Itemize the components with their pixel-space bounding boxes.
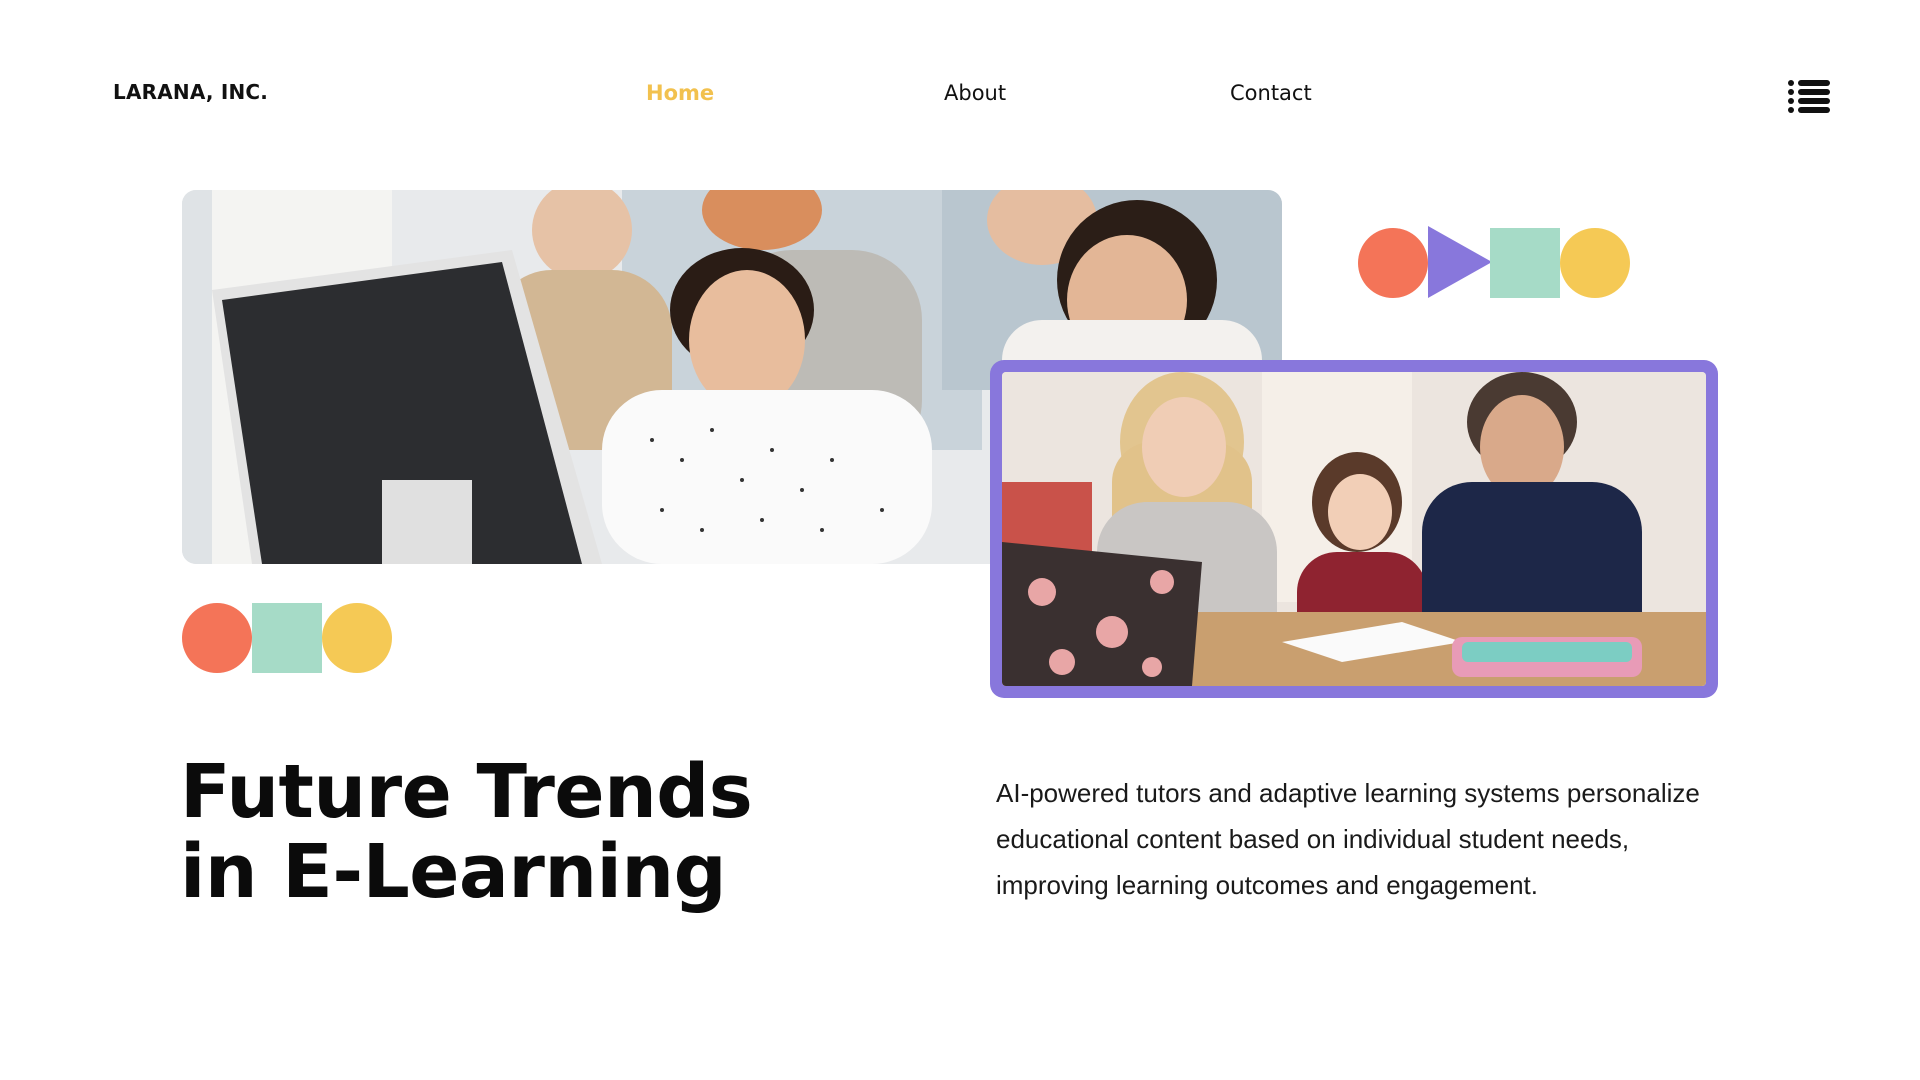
coral-circle-shape-left xyxy=(182,603,252,673)
coral-circle-shape xyxy=(1358,228,1428,298)
hero-description: AI-powered tutors and adaptive learning … xyxy=(996,778,1700,900)
brand-logo[interactable]: LARANA, INC. xyxy=(113,80,268,104)
title-line-2: in E-Learning xyxy=(180,829,727,915)
family-learning-photo xyxy=(1002,372,1706,686)
yellow-circle-shape xyxy=(1560,228,1630,298)
yellow-circle-shape-left xyxy=(322,603,392,673)
page-title: Future Trends in E-Learning xyxy=(180,752,880,912)
nav-contact-link[interactable]: Contact xyxy=(1230,81,1312,105)
title-line-1: Future Trends xyxy=(180,749,753,835)
mint-square-shape xyxy=(1490,228,1560,298)
nav-about-link[interactable]: About xyxy=(944,81,1006,105)
list-icon xyxy=(1788,80,1830,113)
purple-triangle-shape xyxy=(1428,226,1492,298)
mint-square-shape-left xyxy=(252,603,322,673)
menu-button[interactable] xyxy=(1788,79,1830,113)
nav-home-link[interactable]: Home xyxy=(646,81,714,105)
